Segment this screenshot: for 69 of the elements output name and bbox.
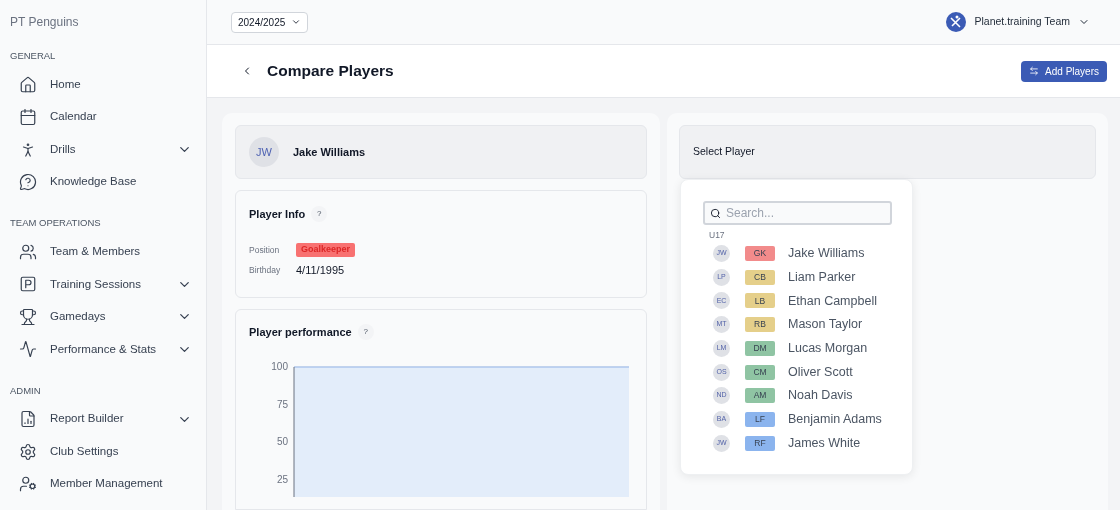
question-bubble-icon — [19, 173, 37, 191]
nav-item[interactable]: Member Management — [10, 467, 196, 501]
add-players-button[interactable]: Add Players — [1021, 60, 1107, 82]
player-name: Liam Parker — [788, 268, 856, 286]
house-icon — [19, 75, 37, 94]
tick-label: 25 — [276, 473, 288, 484]
club-name: PT Penguins — [10, 14, 79, 31]
field-label: Birthday — [249, 263, 282, 277]
chart-file-icon — [19, 410, 37, 428]
calendar-icon — [19, 108, 37, 126]
position-tag: RB — [745, 317, 775, 333]
position-tag: RF — [745, 435, 775, 451]
help-badge[interactable]: ? — [311, 206, 328, 223]
player-name: Jake Williams — [293, 144, 366, 160]
nav-item[interactable]: Drills — [10, 133, 196, 166]
player-select[interactable]: Select Player — [679, 125, 1096, 179]
field-label: Position — [249, 243, 281, 257]
position-tag: DM — [745, 340, 775, 356]
player-name: Lucas Morgan — [788, 339, 868, 357]
player-name: Noah Davis — [788, 387, 853, 405]
position-tag: AM — [745, 388, 775, 404]
player-name: Benjamin Adams — [788, 411, 882, 429]
parking-icon — [19, 275, 37, 294]
nav-item[interactable]: Report Builder — [10, 402, 196, 436]
team-switcher[interactable]: Planet.training Team — [946, 12, 1090, 32]
nav-item[interactable]: Performance & Stats — [10, 333, 196, 366]
nav-item[interactable]: Team & Members — [10, 235, 196, 268]
position-tag: LB — [745, 293, 775, 309]
settings-icon — [19, 442, 37, 461]
nav-item[interactable]: Home — [10, 68, 196, 101]
position-tag: LF — [745, 411, 775, 427]
tick-label: 100 — [271, 360, 288, 372]
search-input[interactable]: Search... — [726, 204, 885, 222]
field-value: 4/11/1995 — [296, 262, 345, 278]
position-tag: GK — [745, 246, 775, 262]
nav-item[interactable]: Calendar — [10, 100, 196, 134]
nav-item[interactable]: Knowledge Base — [10, 165, 196, 199]
nav-item[interactable]: Club Settings — [10, 435, 196, 468]
search-field[interactable]: Search... — [703, 201, 892, 225]
player-name: Ethan Campbell — [788, 292, 877, 310]
tick-label: 75 — [276, 398, 288, 409]
team-logo-icon — [946, 12, 967, 32]
chevron-icon — [291, 17, 302, 27]
section-heading: GENERAL — [10, 49, 56, 63]
player-name: Mason Taylor — [788, 316, 863, 334]
page-title: Compare Players — [267, 61, 394, 82]
users-icon — [19, 242, 37, 261]
avatar: JW — [249, 137, 279, 167]
swap-icon — [1029, 66, 1040, 76]
help-badge[interactable]: ? — [357, 324, 374, 341]
search-icon — [710, 207, 721, 219]
season-select[interactable]: 2024/2025 — [231, 11, 309, 33]
position-tag: CM — [745, 364, 775, 380]
card-title: Player Info — [249, 207, 306, 222]
user-gear-icon — [19, 475, 37, 493]
nav-item[interactable]: Training Sessions — [10, 268, 196, 301]
card-title: Player performance — [249, 325, 352, 340]
pulse-icon — [19, 340, 37, 359]
section-heading: TEAM OPERATIONS — [10, 216, 101, 231]
trophy-icon — [19, 307, 37, 326]
position-tag: Goalkeeper — [296, 243, 356, 257]
group-label: U17 — [709, 229, 725, 242]
player-name: Oliver Scott — [788, 363, 853, 381]
position-tag: CB — [745, 269, 775, 285]
nav-item[interactable]: Gamedays — [10, 300, 196, 333]
player-name: James White — [788, 434, 861, 452]
player-name: Jake Williams — [788, 245, 865, 263]
section-heading: ADMIN — [10, 383, 41, 398]
tick-label: 50 — [276, 435, 288, 447]
